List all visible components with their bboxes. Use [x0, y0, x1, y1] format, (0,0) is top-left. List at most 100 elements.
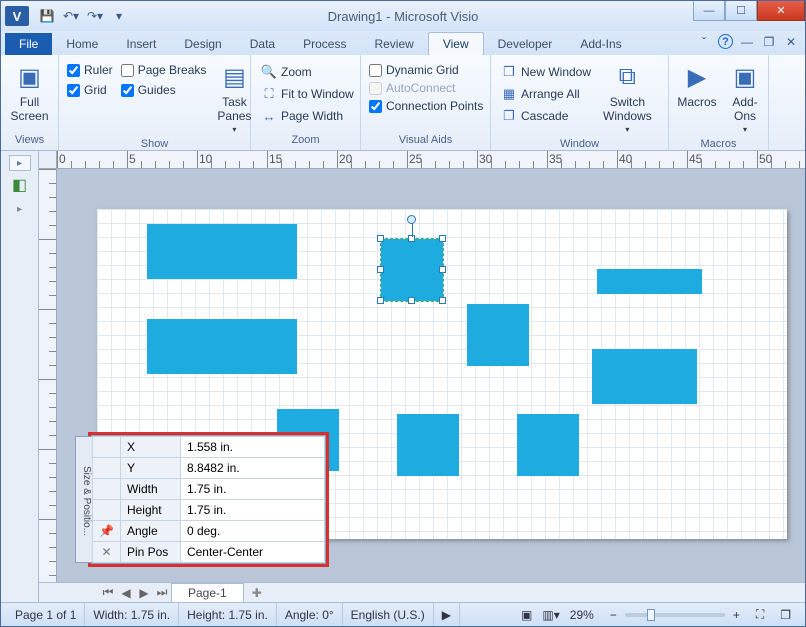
shape[interactable] [467, 304, 529, 366]
save-icon[interactable]: 💾 [37, 6, 57, 26]
view-mode-normal[interactable]: ▣ [513, 603, 540, 626]
file-tab[interactable]: File [5, 33, 52, 55]
next-page-button[interactable]: ▶ [135, 586, 153, 600]
help-icon[interactable]: ? [718, 34, 733, 49]
undo-icon[interactable]: ↶▾ [61, 6, 81, 26]
row-value[interactable]: 1.75 in. [180, 500, 324, 521]
selection-handle[interactable] [439, 266, 446, 273]
zoom-in-button[interactable]: + [725, 603, 748, 626]
row-value[interactable]: Center-Center [180, 542, 324, 563]
shapes-panel-collapsed: ▸ ◧ ▸ [1, 151, 39, 602]
fit-to-window-button[interactable]: ⛶Fit to Window [259, 85, 356, 103]
selection-handle[interactable] [439, 297, 446, 304]
group-label-show: Show [65, 136, 244, 152]
autoconnect-checkbox[interactable]: AutoConnect [369, 81, 483, 95]
mdi-minimize-icon[interactable]: — [739, 34, 755, 50]
prev-page-button[interactable]: ◀ [117, 586, 135, 600]
size-position-window[interactable]: Size & Positio... X1.558 in.Y8.8482 in.W… [91, 435, 326, 564]
selection-handle[interactable] [377, 235, 384, 242]
vertical-ruler[interactable] [39, 169, 57, 582]
tab-home[interactable]: Home [52, 33, 112, 55]
selection-handle[interactable] [408, 297, 415, 304]
maximize-button[interactable]: ☐ [725, 1, 757, 21]
shape[interactable] [592, 349, 697, 404]
macros-button[interactable]: ▶ Macros [675, 59, 719, 111]
macro-record-button[interactable]: ▶ [434, 603, 460, 626]
insert-page-button[interactable]: ✚ [244, 584, 270, 602]
tab-insert[interactable]: Insert [112, 33, 170, 55]
last-page-button[interactable]: ⏭ [153, 585, 171, 600]
zoom-out-button[interactable]: − [602, 603, 625, 626]
arrange-all-button[interactable]: ▦Arrange All [499, 85, 593, 103]
size-position-row[interactable]: X1.558 in. [93, 437, 325, 458]
tab-design[interactable]: Design [170, 33, 235, 55]
size-position-row[interactable]: Height1.75 in. [93, 500, 325, 521]
redo-icon[interactable]: ↷▾ [85, 6, 105, 26]
row-value[interactable]: 1.75 in. [180, 479, 324, 500]
full-screen-button[interactable]: ▣ Full Screen [7, 59, 52, 125]
page-width-button[interactable]: ↔Page Width [259, 107, 356, 125]
size-position-row[interactable]: ✕Pin PosCenter-Center [93, 542, 325, 563]
shape[interactable] [397, 414, 459, 476]
shape[interactable] [517, 414, 579, 476]
size-position-row[interactable]: Y8.8482 in. [93, 458, 325, 479]
addons-icon: ▣ [729, 61, 761, 93]
status-zoom[interactable]: 29% [562, 603, 602, 626]
qat-dropdown-icon[interactable]: ▾ [109, 6, 129, 26]
view-mode-wide[interactable]: ▥▾ [540, 603, 561, 626]
shape[interactable] [597, 269, 702, 294]
close-button[interactable]: ✕ [757, 1, 805, 21]
selection-handle[interactable] [439, 235, 446, 242]
selection-handle[interactable] [377, 297, 384, 304]
addons-button[interactable]: ▣ Add-Ons▾ [723, 59, 767, 136]
cascade-button[interactable]: ❐Cascade [499, 107, 593, 125]
shape[interactable] [147, 319, 297, 374]
macros-icon: ▶ [681, 61, 713, 93]
tab-process[interactable]: Process [289, 33, 360, 55]
mdi-restore-icon[interactable]: ❐ [761, 34, 777, 50]
minimize-button[interactable]: — [693, 1, 725, 21]
new-window-icon: ❒ [501, 64, 517, 80]
grid-checkbox[interactable]: Grid [67, 83, 113, 97]
mdi-close-icon[interactable]: ✕ [783, 34, 799, 50]
tab-review[interactable]: Review [360, 33, 427, 55]
app-window: V 💾 ↶▾ ↷▾ ▾ Drawing1 - Microsoft Visio —… [0, 0, 806, 627]
horizontal-ruler[interactable]: 0510152025303540455055 [57, 151, 805, 169]
dynamic-grid-checkbox[interactable]: Dynamic Grid [369, 63, 483, 77]
row-value[interactable]: 8.8482 in. [180, 458, 324, 479]
tab-view[interactable]: View [428, 32, 484, 55]
guides-checkbox[interactable]: Guides [121, 83, 207, 97]
tab-developer[interactable]: Developer [484, 33, 567, 55]
group-label-macros: Macros [675, 136, 762, 152]
tab-data[interactable]: Data [236, 33, 289, 55]
shapes-stencil-icon[interactable]: ◧ [10, 175, 30, 195]
row-value[interactable]: 0 deg. [180, 521, 324, 542]
connection-points-checkbox[interactable]: Connection Points [369, 99, 483, 113]
expand-shapes-button[interactable]: ▸ [9, 155, 31, 171]
selection-handle[interactable] [377, 266, 384, 273]
switch-windows-button[interactable]: ⧉ Switch Windows▾ [599, 59, 656, 136]
fit-page-button[interactable]: ⛶ [748, 603, 772, 626]
switch-windows-icon: ⧉ [611, 61, 643, 93]
row-value[interactable]: 1.558 in. [180, 437, 324, 458]
new-window-button[interactable]: ❒New Window [499, 63, 593, 81]
minimize-ribbon-icon[interactable]: ˇ [696, 34, 712, 50]
shapes-more-icon[interactable]: ▸ [10, 199, 30, 219]
tab-addins[interactable]: Add-Ins [566, 33, 635, 55]
ruler-checkbox[interactable]: Ruler [67, 63, 113, 77]
zoom-slider[interactable] [625, 613, 725, 617]
size-position-title[interactable]: Size & Positio... [75, 436, 92, 563]
status-language[interactable]: English (U.S.) [343, 603, 434, 626]
shape[interactable] [147, 224, 297, 279]
page-tab-1[interactable]: Page-1 [171, 583, 244, 602]
shape[interactable] [381, 239, 443, 301]
zoom-button[interactable]: 🔍Zoom [259, 63, 356, 81]
switch-window-status-button[interactable]: ❐ [772, 603, 799, 626]
first-page-button[interactable]: ⏮ [99, 585, 117, 600]
page-breaks-checkbox[interactable]: Page Breaks [121, 63, 207, 77]
task-panes-button[interactable]: ▤ Task Panes▾ [212, 59, 256, 136]
size-position-row[interactable]: Width1.75 in. [93, 479, 325, 500]
size-position-row[interactable]: 📌Angle0 deg. [93, 521, 325, 542]
titlebar: V 💾 ↶▾ ↷▾ ▾ Drawing1 - Microsoft Visio —… [1, 1, 805, 31]
app-icon[interactable]: V [5, 6, 29, 26]
